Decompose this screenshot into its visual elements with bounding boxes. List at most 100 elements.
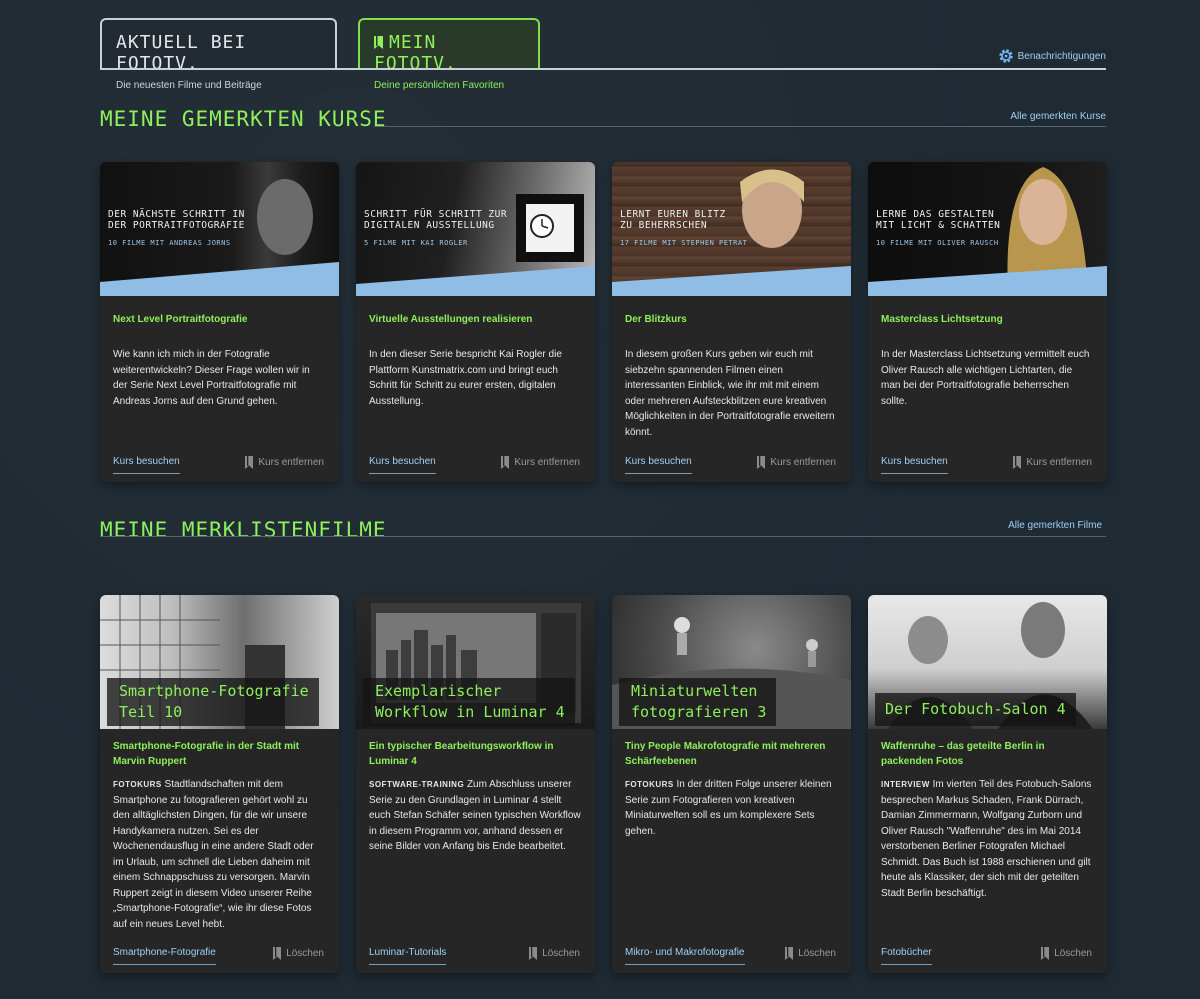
film-category-link[interactable]: Mikro- und Makrofotografie (625, 947, 745, 965)
course-image: SCHRITT FÜR SCHRITT ZUR DIGITALEN AUSSTEL… (356, 162, 595, 296)
film-description: INTERVIEW Im vierten Teil des Fotobuch-S… (881, 777, 1094, 901)
course-image-title-1: SCHRITT FÜR SCHRITT ZUR (364, 209, 508, 220)
film-card[interactable]: Exemplarischer Workflow in Luminar 4 Ein … (356, 595, 595, 973)
visit-course-link[interactable]: Kurs besuchen (113, 456, 180, 474)
course-image-title-2: ZU BEHERRSCHEN (620, 220, 708, 231)
film-description: FOTOKURS In der dritten Folge unserer kl… (625, 777, 838, 839)
film-image-label-2: fotografieren 3 (631, 703, 767, 721)
remove-course-label: Kurs entfernen (514, 457, 580, 468)
film-category-link[interactable]: Smartphone-Fotografie (113, 947, 216, 965)
film-image-label-2: Teil 10 (119, 703, 183, 721)
film-title[interactable]: Tiny People Makrofotografie mit mehreren… (625, 739, 838, 769)
course-title[interactable]: Der Blitzkurs (625, 312, 838, 327)
film-image: Smartphone-Fotografie Teil 10 (100, 595, 339, 729)
films-section-title: MEINE MERKLISTENFILME (100, 518, 387, 542)
bookmark-icon (785, 947, 794, 960)
tab-aktuell[interactable]: AKTUELL BEI FOTOTV. Die neuesten Filme u… (100, 18, 337, 91)
course-image-title-2: MIT LICHT & SCHATTEN (876, 220, 1001, 231)
film-image: Exemplarischer Workflow in Luminar 4 (356, 595, 595, 729)
bookmark-icon (374, 36, 383, 49)
film-title[interactable]: Smartphone-Fotografie in der Stadt mit M… (113, 739, 326, 769)
tab-mein-fototv[interactable]: MEIN FOTOTV. Deine persönlichen Favorite… (358, 18, 540, 91)
course-card[interactable]: SCHRITT FÜR SCHRITT ZUR DIGITALEN AUSSTEL… (356, 162, 595, 482)
bookmark-icon (1041, 947, 1050, 960)
film-card[interactable]: Miniaturwelten fotografieren 3 Tiny Peopl… (612, 595, 851, 973)
course-title[interactable]: Virtuelle Ausstellungen realisieren (369, 312, 582, 327)
film-description-text: Im vierten Teil des Fotobuch-Salons besp… (881, 779, 1092, 899)
course-image-title-2: DIGITALEN AUSSTELLUNG (364, 220, 495, 231)
tab-aktuell-subtitle: Die neuesten Filme und Beiträge (116, 80, 262, 91)
film-category: FOTOKURS (625, 780, 674, 789)
notifications-label: Benachrichtigungen (1017, 50, 1106, 62)
film-description: SOFTWARE-TRAINING Zum Abschluss unserer … (369, 777, 582, 855)
visit-course-link[interactable]: Kurs besuchen (369, 456, 436, 474)
film-image: Miniaturwelten fotografieren 3 (612, 595, 851, 729)
course-title[interactable]: Next Level Portraitfotografie (113, 312, 326, 327)
remove-course-label: Kurs entfernen (258, 457, 324, 468)
course-image-subtitle: 10 FILME MIT OLIVER RAUSCH (876, 239, 999, 247)
tab-underline (100, 68, 1106, 70)
course-image: LERNT EUREN BLITZ ZU BEHERRSCHEN 17 FILME… (612, 162, 851, 296)
film-category-link[interactable]: Fotobücher (881, 947, 932, 965)
bookmark-icon (757, 456, 766, 469)
bookmark-icon (245, 456, 254, 469)
film-title[interactable]: Ein typischer Bearbeitungsworkflow in Lu… (369, 739, 582, 769)
course-image-title-1: DER NÄCHSTE SCHRITT IN (108, 209, 245, 220)
course-card[interactable]: DER NÄCHSTE SCHRITT IN DER PORTRAITFOTOGR… (100, 162, 339, 482)
films-section-header: MEINE MERKLISTENFILME Alle gemerkten Fil… (100, 518, 1106, 542)
courses-section-title: MEINE GEMERKTEN KURSE (100, 107, 387, 131)
film-image-label-1: Miniaturwelten (631, 682, 758, 700)
bookmark-icon (529, 947, 538, 960)
film-category: INTERVIEW (881, 780, 930, 789)
course-image: DER NÄCHSTE SCHRITT IN DER PORTRAITFOTOGR… (100, 162, 339, 296)
film-image-label-1: Der Fotobuch-Salon 4 (885, 700, 1066, 718)
course-image-title-1: LERNT EUREN BLITZ (620, 209, 726, 220)
course-card[interactable]: LERNE DAS GESTALTEN MIT LICHT & SCHATTEN … (868, 162, 1107, 482)
course-image-subtitle: 10 FILME MIT ANDREAS JORNS (108, 239, 231, 247)
course-description: In diesem großen Kurs geben wir euch mit… (625, 349, 835, 438)
remove-course-button[interactable]: Kurs entfernen (245, 456, 324, 469)
bookmark-icon (273, 947, 282, 960)
film-image-label-1: Smartphone-Fotografie (119, 682, 309, 700)
course-image-title-2: DER PORTRAITFOTOGRAFIE (108, 220, 245, 231)
film-category-link[interactable]: Luminar-Tutorials (369, 947, 447, 965)
all-films-link[interactable]: Alle gemerkten Filme (1008, 520, 1102, 531)
film-description: FOTOKURS Stadtlandschaften mit dem Smart… (113, 777, 326, 932)
visit-course-link[interactable]: Kurs besuchen (625, 456, 692, 474)
course-image-subtitle: 5 FILME MIT KAI ROGLER (364, 239, 468, 247)
delete-film-button[interactable]: Löschen (785, 947, 836, 960)
delete-film-button[interactable]: Löschen (1041, 947, 1092, 960)
tab-bar: AKTUELL BEI FOTOTV. Die neuesten Filme u… (100, 18, 1106, 91)
all-courses-link[interactable]: Alle gemerkten Kurse (1010, 111, 1106, 122)
film-description-text: Stadtlandschaften mit dem Smartphone zu … (113, 779, 314, 930)
notifications-link[interactable]: Benachrichtigungen (998, 48, 1106, 64)
course-description: In den dieser Serie bespricht Kai Rogler… (369, 349, 562, 407)
film-card[interactable]: Der Fotobuch-Salon 4 Waffenruhe – das ge… (868, 595, 1107, 973)
course-image-subtitle: 17 FILME MIT STEPHEN PETRAT (620, 239, 748, 247)
remove-course-button[interactable]: Kurs entfernen (1013, 456, 1092, 469)
course-image-title-1: LERNE DAS GESTALTEN (876, 209, 995, 220)
film-description-text: Zum Abschluss unserer Serie zu den Grund… (369, 779, 581, 852)
course-image: LERNE DAS GESTALTEN MIT LICHT & SCHATTEN … (868, 162, 1107, 296)
delete-film-label: Löschen (1054, 948, 1092, 959)
section-divider (100, 536, 1106, 537)
delete-film-button[interactable]: Löschen (529, 947, 580, 960)
remove-course-button[interactable]: Kurs entfernen (501, 456, 580, 469)
course-title[interactable]: Masterclass Lichtsetzung (881, 312, 1094, 327)
tab-mein-subtitle: Deine persönlichen Favoriten (374, 80, 505, 91)
film-category: SOFTWARE-TRAINING (369, 780, 465, 789)
course-card[interactable]: LERNT EUREN BLITZ ZU BEHERRSCHEN 17 FILME… (612, 162, 851, 482)
course-description: In der Masterclass Lichtsetzung vermitte… (881, 349, 1090, 407)
remove-course-label: Kurs entfernen (1026, 457, 1092, 468)
film-title[interactable]: Waffenruhe – das geteilte Berlin in pack… (881, 739, 1094, 769)
film-card[interactable]: Smartphone-Fotografie Teil 10 Smartphone-… (100, 595, 339, 973)
film-category: FOTOKURS (113, 780, 162, 789)
delete-film-label: Löschen (286, 948, 324, 959)
delete-film-label: Löschen (542, 948, 580, 959)
film-image-label-1: Exemplarischer (375, 682, 502, 700)
film-image: Der Fotobuch-Salon 4 (868, 595, 1107, 729)
delete-film-button[interactable]: Löschen (273, 947, 324, 960)
film-image-label-2: Workflow in Luminar 4 (375, 703, 565, 721)
visit-course-link[interactable]: Kurs besuchen (881, 456, 948, 474)
remove-course-button[interactable]: Kurs entfernen (757, 456, 836, 469)
